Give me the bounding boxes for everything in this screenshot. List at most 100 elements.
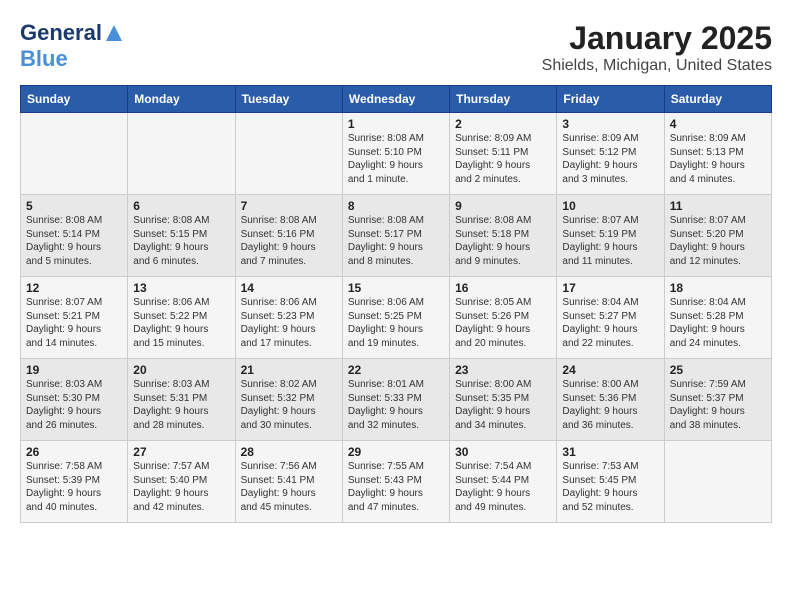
weekday-header-thursday: Thursday [450, 86, 557, 113]
day-info: Sunrise: 8:05 AM Sunset: 5:26 PM Dayligh… [455, 296, 551, 350]
day-number: 18 [670, 281, 766, 295]
day-number: 24 [562, 363, 658, 377]
day-info: Sunrise: 7:55 AM Sunset: 5:43 PM Dayligh… [348, 460, 444, 514]
weekday-header-tuesday: Tuesday [235, 86, 342, 113]
calendar-cell: 22Sunrise: 8:01 AM Sunset: 5:33 PM Dayli… [342, 359, 449, 441]
day-number: 1 [348, 117, 444, 131]
day-number: 19 [26, 363, 122, 377]
day-info: Sunrise: 8:07 AM Sunset: 5:21 PM Dayligh… [26, 296, 122, 350]
day-info: Sunrise: 8:02 AM Sunset: 5:32 PM Dayligh… [241, 378, 337, 432]
day-number: 4 [670, 117, 766, 131]
page-subtitle: Shields, Michigan, United States [542, 57, 772, 75]
weekday-header-wednesday: Wednesday [342, 86, 449, 113]
calendar-cell: 3Sunrise: 8:09 AM Sunset: 5:12 PM Daylig… [557, 113, 664, 195]
day-info: Sunrise: 8:03 AM Sunset: 5:30 PM Dayligh… [26, 378, 122, 432]
day-number: 5 [26, 199, 122, 213]
day-number: 20 [133, 363, 229, 377]
day-number: 31 [562, 445, 658, 459]
calendar-cell: 25Sunrise: 7:59 AM Sunset: 5:37 PM Dayli… [664, 359, 771, 441]
day-number: 8 [348, 199, 444, 213]
page-title: January 2025 [542, 20, 772, 57]
weekday-header-sunday: Sunday [21, 86, 128, 113]
day-number: 6 [133, 199, 229, 213]
day-number: 21 [241, 363, 337, 377]
day-number: 11 [670, 199, 766, 213]
day-info: Sunrise: 8:06 AM Sunset: 5:25 PM Dayligh… [348, 296, 444, 350]
day-info: Sunrise: 8:09 AM Sunset: 5:11 PM Dayligh… [455, 132, 551, 186]
calendar-cell: 24Sunrise: 8:00 AM Sunset: 5:36 PM Dayli… [557, 359, 664, 441]
logo-triangle-icon [104, 23, 124, 43]
calendar-cell: 21Sunrise: 8:02 AM Sunset: 5:32 PM Dayli… [235, 359, 342, 441]
day-info: Sunrise: 7:59 AM Sunset: 5:37 PM Dayligh… [670, 378, 766, 432]
calendar-week-row: 26Sunrise: 7:58 AM Sunset: 5:39 PM Dayli… [21, 441, 772, 523]
day-number: 27 [133, 445, 229, 459]
day-info: Sunrise: 8:08 AM Sunset: 5:10 PM Dayligh… [348, 132, 444, 186]
day-number: 13 [133, 281, 229, 295]
calendar-week-row: 12Sunrise: 8:07 AM Sunset: 5:21 PM Dayli… [21, 277, 772, 359]
calendar-cell: 28Sunrise: 7:56 AM Sunset: 5:41 PM Dayli… [235, 441, 342, 523]
day-info: Sunrise: 8:00 AM Sunset: 5:35 PM Dayligh… [455, 378, 551, 432]
day-number: 9 [455, 199, 551, 213]
day-number: 29 [348, 445, 444, 459]
calendar-week-row: 19Sunrise: 8:03 AM Sunset: 5:30 PM Dayli… [21, 359, 772, 441]
calendar-cell: 2Sunrise: 8:09 AM Sunset: 5:11 PM Daylig… [450, 113, 557, 195]
day-info: Sunrise: 8:00 AM Sunset: 5:36 PM Dayligh… [562, 378, 658, 432]
page: General Blue January 2025 Shields, Michi… [0, 0, 792, 533]
logo-blue: Blue [20, 46, 68, 71]
calendar-cell: 12Sunrise: 8:07 AM Sunset: 5:21 PM Dayli… [21, 277, 128, 359]
day-info: Sunrise: 8:06 AM Sunset: 5:23 PM Dayligh… [241, 296, 337, 350]
calendar-cell: 8Sunrise: 8:08 AM Sunset: 5:17 PM Daylig… [342, 195, 449, 277]
calendar-cell: 7Sunrise: 8:08 AM Sunset: 5:16 PM Daylig… [235, 195, 342, 277]
day-info: Sunrise: 8:08 AM Sunset: 5:17 PM Dayligh… [348, 214, 444, 268]
day-number: 12 [26, 281, 122, 295]
calendar-cell: 17Sunrise: 8:04 AM Sunset: 5:27 PM Dayli… [557, 277, 664, 359]
calendar-cell: 11Sunrise: 8:07 AM Sunset: 5:20 PM Dayli… [664, 195, 771, 277]
calendar-cell: 31Sunrise: 7:53 AM Sunset: 5:45 PM Dayli… [557, 441, 664, 523]
day-info: Sunrise: 8:08 AM Sunset: 5:18 PM Dayligh… [455, 214, 551, 268]
day-info: Sunrise: 8:08 AM Sunset: 5:16 PM Dayligh… [241, 214, 337, 268]
calendar-cell: 5Sunrise: 8:08 AM Sunset: 5:14 PM Daylig… [21, 195, 128, 277]
day-number: 16 [455, 281, 551, 295]
calendar-cell: 13Sunrise: 8:06 AM Sunset: 5:22 PM Dayli… [128, 277, 235, 359]
day-info: Sunrise: 8:09 AM Sunset: 5:12 PM Dayligh… [562, 132, 658, 186]
calendar-cell: 27Sunrise: 7:57 AM Sunset: 5:40 PM Dayli… [128, 441, 235, 523]
day-info: Sunrise: 8:07 AM Sunset: 5:20 PM Dayligh… [670, 214, 766, 268]
day-number: 3 [562, 117, 658, 131]
calendar-cell: 16Sunrise: 8:05 AM Sunset: 5:26 PM Dayli… [450, 277, 557, 359]
logo-blue-line: Blue [20, 46, 68, 72]
calendar-cell [664, 441, 771, 523]
calendar-cell [235, 113, 342, 195]
day-info: Sunrise: 8:04 AM Sunset: 5:28 PM Dayligh… [670, 296, 766, 350]
calendar-table: SundayMondayTuesdayWednesdayThursdayFrid… [20, 85, 772, 523]
day-number: 26 [26, 445, 122, 459]
day-number: 7 [241, 199, 337, 213]
header: General Blue January 2025 Shields, Michi… [20, 20, 772, 75]
calendar-cell: 29Sunrise: 7:55 AM Sunset: 5:43 PM Dayli… [342, 441, 449, 523]
day-number: 15 [348, 281, 444, 295]
day-number: 14 [241, 281, 337, 295]
calendar-cell: 23Sunrise: 8:00 AM Sunset: 5:35 PM Dayli… [450, 359, 557, 441]
day-info: Sunrise: 8:07 AM Sunset: 5:19 PM Dayligh… [562, 214, 658, 268]
day-info: Sunrise: 7:53 AM Sunset: 5:45 PM Dayligh… [562, 460, 658, 514]
logo: General Blue [20, 20, 125, 72]
day-number: 22 [348, 363, 444, 377]
calendar-cell: 4Sunrise: 8:09 AM Sunset: 5:13 PM Daylig… [664, 113, 771, 195]
calendar-cell: 6Sunrise: 8:08 AM Sunset: 5:15 PM Daylig… [128, 195, 235, 277]
calendar-cell: 15Sunrise: 8:06 AM Sunset: 5:25 PM Dayli… [342, 277, 449, 359]
logo-general: General [20, 20, 102, 46]
calendar-cell: 9Sunrise: 8:08 AM Sunset: 5:18 PM Daylig… [450, 195, 557, 277]
day-number: 23 [455, 363, 551, 377]
weekday-header-monday: Monday [128, 86, 235, 113]
day-info: Sunrise: 7:54 AM Sunset: 5:44 PM Dayligh… [455, 460, 551, 514]
day-number: 2 [455, 117, 551, 131]
day-number: 30 [455, 445, 551, 459]
calendar-header-row: SundayMondayTuesdayWednesdayThursdayFrid… [21, 86, 772, 113]
calendar-cell: 30Sunrise: 7:54 AM Sunset: 5:44 PM Dayli… [450, 441, 557, 523]
calendar-cell: 10Sunrise: 8:07 AM Sunset: 5:19 PM Dayli… [557, 195, 664, 277]
day-info: Sunrise: 8:06 AM Sunset: 5:22 PM Dayligh… [133, 296, 229, 350]
calendar-week-row: 5Sunrise: 8:08 AM Sunset: 5:14 PM Daylig… [21, 195, 772, 277]
day-info: Sunrise: 7:58 AM Sunset: 5:39 PM Dayligh… [26, 460, 122, 514]
day-number: 10 [562, 199, 658, 213]
day-number: 25 [670, 363, 766, 377]
day-number: 28 [241, 445, 337, 459]
